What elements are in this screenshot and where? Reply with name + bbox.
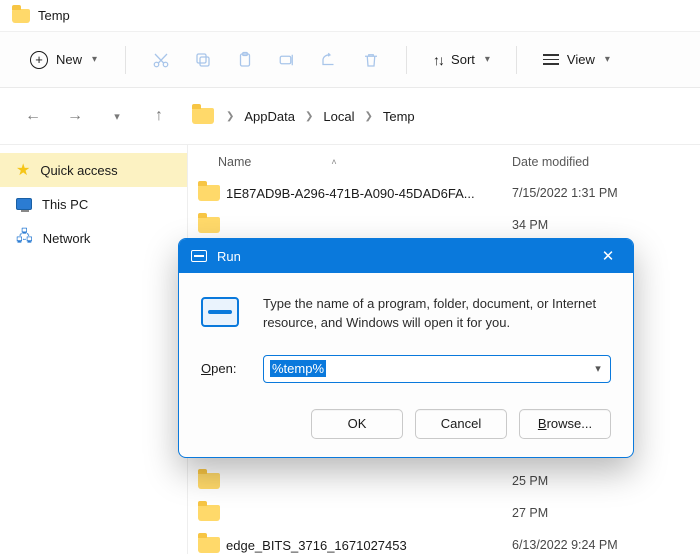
sidebar-item-label: This PC [42, 197, 88, 212]
file-date: 7/15/2022 1:31 PM [512, 186, 682, 200]
folder-icon [198, 185, 220, 201]
network-icon: 🖧 [16, 226, 33, 251]
chevron-down-icon: ▾ [92, 54, 97, 65]
run-dialog-body: Type the name of a program, folder, docu… [179, 273, 633, 457]
folder-icon [198, 537, 220, 553]
delete-button[interactable] [352, 41, 390, 79]
plus-icon: + [30, 51, 48, 69]
new-label: New [56, 52, 82, 67]
run-dialog-message: Type the name of a program, folder, docu… [263, 293, 611, 333]
window-title: Temp [38, 8, 70, 23]
divider [125, 46, 126, 74]
run-icon [201, 297, 239, 327]
sidebar-item-this-pc[interactable]: This PC [0, 187, 187, 221]
pc-icon [16, 198, 32, 210]
folder-icon [12, 9, 30, 23]
divider [406, 46, 407, 74]
sort-icon: ↑↓ [433, 52, 443, 68]
sidebar-item-label: Quick access [40, 163, 117, 178]
divider [516, 46, 517, 74]
close-button[interactable]: ✕ [591, 239, 625, 273]
table-row[interactable]: 34 PM [188, 209, 700, 241]
view-label: View [567, 52, 595, 67]
sort-button[interactable]: ↑↓ Sort ▾ [423, 46, 500, 74]
sidebar-item-network[interactable]: 🖧 Network [0, 221, 187, 255]
star-icon: ★ [16, 160, 30, 180]
chevron-down-icon: ▾ [605, 54, 610, 65]
window-titlebar: Temp [0, 0, 700, 32]
sort-label: Sort [451, 52, 475, 67]
copy-button[interactable] [184, 41, 222, 79]
run-dialog-buttons: OK Cancel Browse... [201, 405, 611, 439]
list-icon [543, 54, 559, 65]
paste-button[interactable] [226, 41, 264, 79]
new-button[interactable]: + New ▾ [18, 45, 109, 75]
chevron-down-history[interactable]: ▾ [102, 101, 132, 131]
breadcrumb: ❯ AppData ❯ Local ❯ Temp [226, 109, 415, 124]
sidebar: ★ Quick access This PC 🖧 Network [0, 145, 188, 554]
file-name: 1E87AD9B-A296-471B-A090-45DAD6FA... [226, 186, 512, 201]
breadcrumb-item[interactable]: Temp [383, 109, 415, 124]
run-dialog: Run ✕ Type the name of a program, folder… [178, 238, 634, 458]
table-row[interactable]: 27 PM [188, 497, 700, 529]
view-button[interactable]: View ▾ [533, 46, 620, 73]
folder-icon [198, 217, 220, 233]
toolbar: + New ▾ ↑↓ Sort ▾ [0, 32, 700, 88]
folder-icon [198, 473, 220, 489]
sidebar-item-quick-access[interactable]: ★ Quick access [0, 153, 187, 187]
folder-icon [198, 505, 220, 521]
table-row[interactable]: 1E87AD9B-A296-471B-A090-45DAD6FA...7/15/… [188, 177, 700, 209]
back-button[interactable]: ← [18, 101, 48, 131]
ok-button[interactable]: OK [311, 409, 403, 439]
sidebar-item-label: Network [43, 231, 91, 246]
run-icon [191, 250, 207, 262]
breadcrumb-item[interactable]: AppData [244, 109, 295, 124]
chevron-down-icon[interactable]: ▾ [586, 362, 610, 375]
file-name: edge_BITS_3716_1671027453 [226, 538, 512, 553]
chevron-right-icon: ❯ [226, 111, 234, 122]
forward-button[interactable]: → [60, 101, 90, 131]
run-dialog-title: Run [217, 249, 241, 264]
rename-button[interactable] [268, 41, 306, 79]
chevron-right-icon: ❯ [364, 111, 372, 122]
table-row[interactable]: 25 PM [188, 465, 700, 497]
open-input[interactable]: %temp% [270, 361, 586, 376]
file-date: 34 PM [512, 218, 682, 232]
file-date: 27 PM [512, 506, 682, 520]
up-button[interactable]: ↑ [144, 101, 174, 131]
file-date: 25 PM [512, 474, 682, 488]
file-date: 6/13/2022 9:24 PM [512, 538, 682, 552]
chevron-down-icon: ▾ [485, 54, 490, 65]
breadcrumb-item[interactable]: Local [323, 109, 354, 124]
sort-asc-icon: ˄ [331, 157, 336, 167]
open-combobox[interactable]: %temp% ▾ [263, 355, 611, 383]
cut-button[interactable] [142, 41, 180, 79]
column-name[interactable]: Name [218, 155, 251, 169]
cancel-button[interactable]: Cancel [415, 409, 507, 439]
run-dialog-titlebar: Run ✕ [179, 239, 633, 273]
column-modified[interactable]: Date modified [512, 155, 682, 169]
folder-icon [192, 108, 214, 124]
nav-row: ← → ▾ ↑ ❯ AppData ❯ Local ❯ Temp [0, 88, 700, 144]
open-label: Open: [201, 361, 249, 376]
table-row[interactable]: edge_BITS_3716_16710274536/13/2022 9:24 … [188, 529, 700, 554]
file-list-header: Name ˄ Date modified [188, 145, 700, 177]
chevron-right-icon: ❯ [305, 111, 313, 122]
share-button[interactable] [310, 41, 348, 79]
browse-button[interactable]: Browse... [519, 409, 611, 439]
